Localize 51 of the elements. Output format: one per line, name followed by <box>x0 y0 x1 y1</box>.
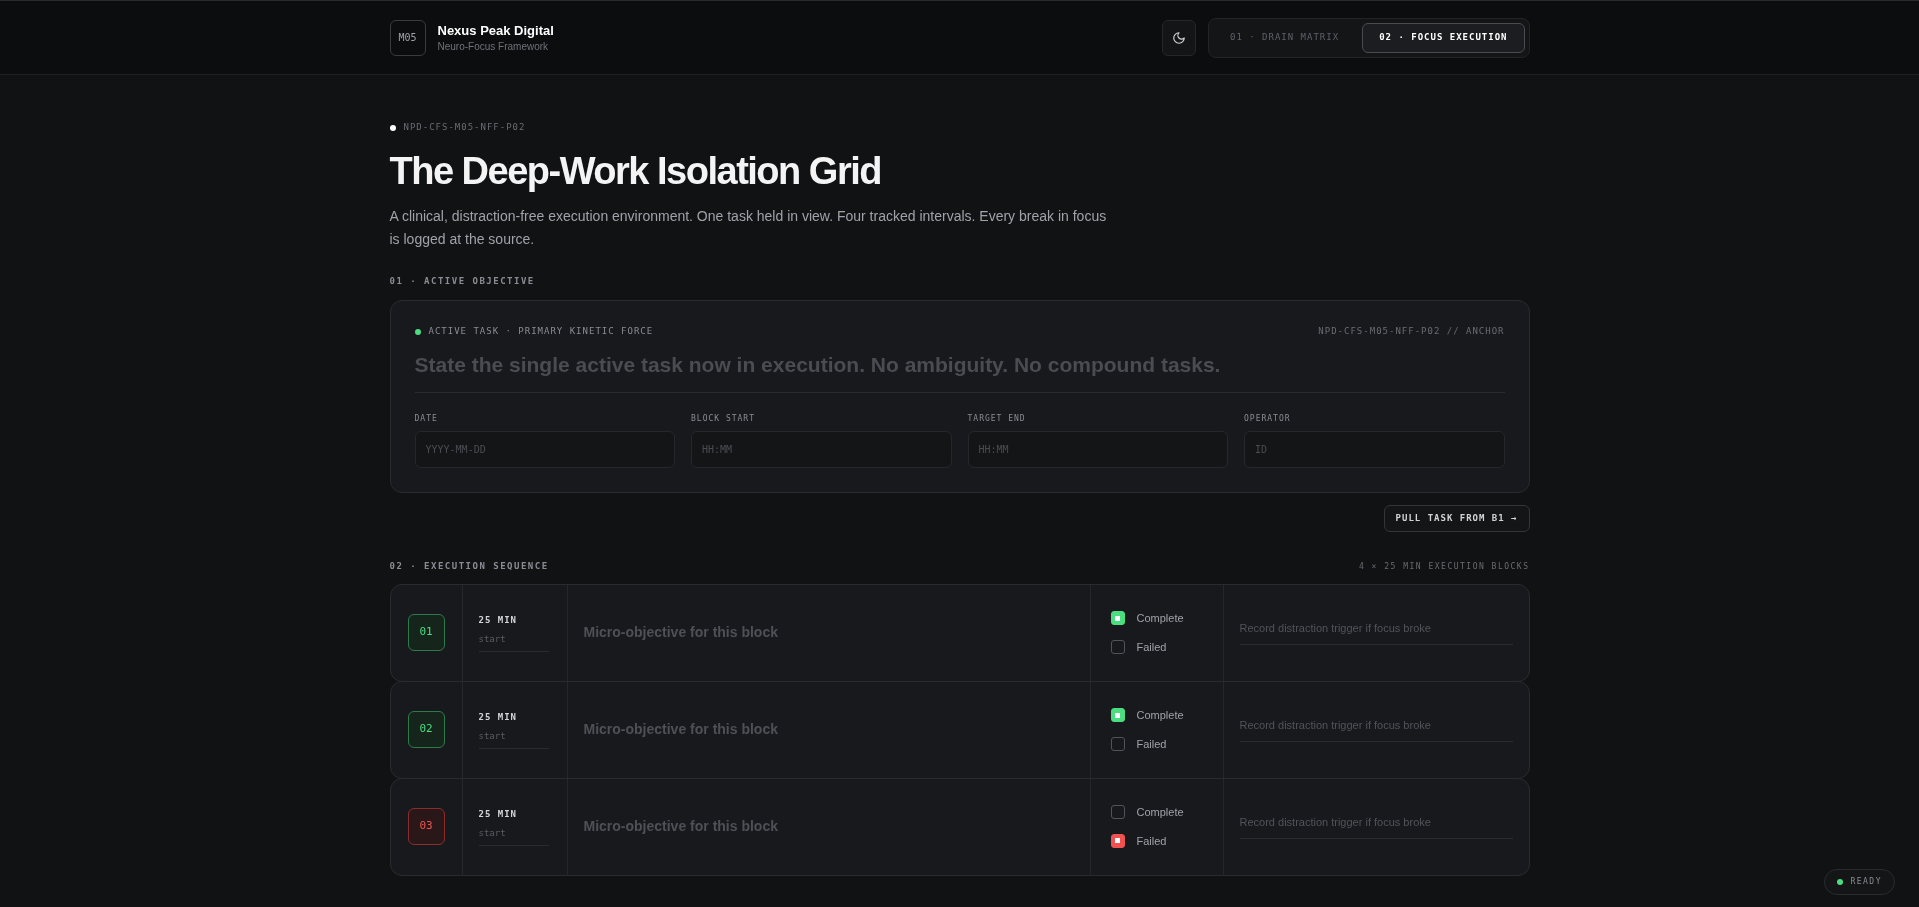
input-field[interactable]: HH:MM <box>691 431 952 468</box>
input-field[interactable]: ID <box>1244 431 1505 468</box>
field-label: OPERATOR <box>1244 413 1292 425</box>
start-time-field[interactable]: start <box>478 827 549 846</box>
nav-tab[interactable]: 02 · FOCUS EXECUTION <box>1362 22 1525 53</box>
checkbox-label: Complete <box>1136 708 1184 723</box>
block-index-badge: 03 <box>407 808 445 845</box>
field-label: TARGET END <box>967 413 1027 425</box>
checkbox[interactable] <box>1110 805 1125 820</box>
checkbox[interactable] <box>1110 736 1125 751</box>
checkbox-label: Failed <box>1136 736 1167 752</box>
micro-objective-field[interactable]: Micro-objective for this block <box>583 719 1074 740</box>
brand-name: Nexus Peak Digital <box>437 21 554 39</box>
micro-objective-field[interactable]: Micro-objective for this block <box>583 816 1074 837</box>
start-time-field[interactable]: start <box>478 730 549 749</box>
logo-badge: M05 <box>389 19 426 56</box>
document-code: NPD-CFS-M05-NFF-P02 <box>403 121 526 134</box>
checkbox[interactable] <box>1110 708 1125 723</box>
pull-task-button[interactable]: PULL TASK FROM B1 → <box>1383 505 1530 532</box>
moon-icon <box>1172 30 1186 45</box>
task-status-label: ACTIVE TASK · PRIMARY KINETIC FORCE <box>428 325 654 338</box>
input-field[interactable]: YYYY-MM-DD <box>414 431 675 468</box>
section-label: 02 · EXECUTION SEQUENCE <box>389 560 549 573</box>
theme-toggle-button[interactable] <box>1162 19 1196 56</box>
section-label: 01 · ACTIVE OBJECTIVE <box>389 274 536 288</box>
field-label: BLOCK START <box>691 413 756 425</box>
brand-subtitle: Neuro-Focus Framework <box>437 39 550 54</box>
distraction-note-field[interactable]: Record distraction trigger if focus broke <box>1239 813 1513 840</box>
checkbox-label: Complete <box>1136 805 1184 820</box>
page-title: The Deep-Work Isolation Grid <box>389 148 882 194</box>
checkbox[interactable] <box>1110 611 1125 626</box>
block-duration: 25 MIN <box>478 710 518 724</box>
block-index-badge: 02 <box>407 711 445 748</box>
checkbox-label: Complete <box>1136 611 1184 626</box>
checkbox-label: Failed <box>1136 639 1167 655</box>
block-index-badge: 01 <box>407 614 445 651</box>
micro-objective-field[interactable]: Micro-objective for this block <box>583 622 1074 643</box>
distraction-note-field[interactable]: Record distraction trigger if focus broke <box>1239 619 1513 646</box>
block-duration: 25 MIN <box>478 807 518 821</box>
start-time-field[interactable]: start <box>478 633 549 652</box>
block-duration: 25 MIN <box>478 613 518 627</box>
checkbox[interactable] <box>1110 639 1125 654</box>
intro-paragraph: A clinical, distraction-free execution environment. One task held in view. Four tracked intervals. Every break in focus is logged at the source. <box>389 206 1108 249</box>
anchor-code: NPD-CFS-M05-NFF-P02 // ANCHOR <box>1318 325 1505 338</box>
distraction-note-field[interactable]: Record distraction trigger if focus broke <box>1239 716 1513 743</box>
checkbox[interactable] <box>1110 833 1125 848</box>
input-field[interactable]: HH:MM <box>967 431 1228 468</box>
checkbox-label: Failed <box>1136 833 1167 849</box>
field-label: DATE <box>414 413 439 425</box>
block-summary: 4 × 25 MIN EXECUTION BLOCKS <box>1358 560 1530 573</box>
status-text: READY <box>1850 876 1882 888</box>
